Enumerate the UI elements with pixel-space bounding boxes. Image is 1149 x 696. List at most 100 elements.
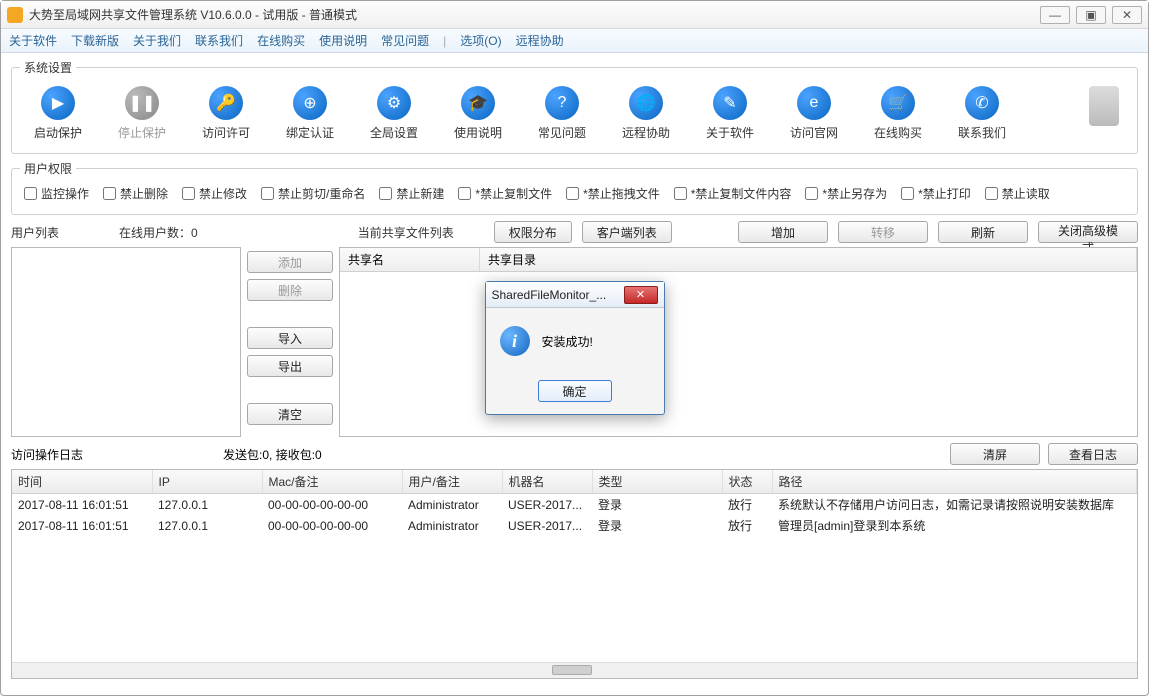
dialog-close-button[interactable]: ✕ [624, 286, 658, 304]
menu-options[interactable]: 选项(O) [460, 32, 501, 49]
menu-item[interactable]: 关于我们 [133, 32, 181, 49]
table-cell: 系统默认不存储用户访问日志，如需记录请按照说明安装数据库 [772, 494, 1137, 516]
perm-checkbox[interactable]: 禁止剪切/重命名 [261, 185, 365, 202]
perm-checkbox[interactable]: *禁止复制文件 [458, 185, 552, 202]
menubar: 关于软件 下载新版 关于我们 联系我们 在线购买 使用说明 常见问题 | 选项(… [1, 29, 1148, 53]
perm-checkbox[interactable]: 禁止删除 [103, 185, 168, 202]
dialog-titlebar[interactable]: SharedFileMonitor_... ✕ [486, 282, 664, 308]
checkbox[interactable] [182, 187, 195, 200]
tool-远程协助[interactable]: 🌐远程协助 [618, 86, 674, 141]
checkbox[interactable] [805, 187, 818, 200]
checkbox[interactable] [24, 187, 37, 200]
menu-item[interactable]: 使用说明 [319, 32, 367, 49]
log-col-header[interactable]: 路径 [772, 470, 1137, 494]
tool-icon: 🌐 [629, 86, 663, 120]
checkbox[interactable] [458, 187, 471, 200]
checkbox[interactable] [985, 187, 998, 200]
tool-启动保护[interactable]: ▶启动保护 [30, 86, 86, 141]
checkbox[interactable] [261, 187, 274, 200]
checkbox[interactable] [103, 187, 116, 200]
tool-icon: ⚙ [377, 86, 411, 120]
perm-checkbox[interactable]: 监控操作 [24, 185, 89, 202]
tool-绑定认证[interactable]: ⊕绑定认证 [282, 86, 338, 141]
user-add-button[interactable]: 添加 [247, 251, 333, 273]
view-log-button[interactable]: 查看日志 [1048, 443, 1138, 465]
menu-separator: | [443, 34, 446, 48]
log-col-header[interactable]: 状态 [722, 470, 772, 494]
scrollbar-thumb[interactable] [552, 665, 592, 675]
transfer-button[interactable]: 转移 [838, 221, 928, 243]
user-export-button[interactable]: 导出 [247, 355, 333, 377]
horizontal-scrollbar[interactable] [12, 662, 1137, 678]
log-col-header[interactable]: 时间 [12, 470, 152, 494]
table-row[interactable]: 2017-08-11 16:01:51127.0.0.100-00-00-00-… [12, 494, 1137, 516]
tool-label: 关于软件 [706, 124, 754, 141]
perm-checkbox[interactable]: *禁止拖拽文件 [566, 185, 660, 202]
client-list-button[interactable]: 客户端列表 [582, 221, 672, 243]
user-delete-button[interactable]: 删除 [247, 279, 333, 301]
share-col-name[interactable]: 共享名 [340, 248, 480, 271]
tool-常见问题[interactable]: ?常见问题 [534, 86, 590, 141]
share-col-dir[interactable]: 共享目录 [480, 248, 1137, 271]
perm-checkbox[interactable]: 禁止新建 [379, 185, 444, 202]
menu-remote[interactable]: 远程协助 [516, 32, 564, 49]
dialog-title: SharedFileMonitor_... [492, 288, 624, 302]
log-title: 访问操作日志 [11, 446, 83, 463]
user-clear-button[interactable]: 清空 [247, 403, 333, 425]
log-col-header[interactable]: 机器名 [502, 470, 592, 494]
menu-item[interactable]: 关于软件 [9, 32, 57, 49]
sharelist-label: 当前共享文件列表 [358, 224, 454, 241]
checkbox[interactable] [674, 187, 687, 200]
table-cell: 登录 [592, 494, 722, 516]
dialog-ok-button[interactable]: 确定 [538, 380, 612, 402]
log-table: 时间IPMac/备注用户/备注机器名类型状态路径 2017-08-11 16:0… [12, 470, 1137, 536]
menu-item[interactable]: 下载新版 [71, 32, 119, 49]
clear-screen-button[interactable]: 清屏 [950, 443, 1040, 465]
tool-联系我们[interactable]: ✆联系我们 [954, 86, 1010, 141]
maximize-button[interactable]: ▣ [1076, 6, 1106, 24]
checkbox[interactable] [566, 187, 579, 200]
log-col-header[interactable]: IP [152, 470, 262, 494]
checkbox[interactable] [901, 187, 914, 200]
table-cell: USER-2017... [502, 494, 592, 516]
table-row[interactable]: 2017-08-11 16:01:51127.0.0.100-00-00-00-… [12, 515, 1137, 536]
perm-dist-button[interactable]: 权限分布 [494, 221, 572, 243]
log-col-header[interactable]: 类型 [592, 470, 722, 494]
user-import-button[interactable]: 导入 [247, 327, 333, 349]
perm-checkbox[interactable]: *禁止打印 [901, 185, 971, 202]
userlist-buttons: 添加 删除 导入 导出 清空 [247, 247, 333, 437]
refresh-button[interactable]: 刷新 [938, 221, 1028, 243]
tool-访问许可[interactable]: 🔑访问许可 [198, 86, 254, 141]
menu-item[interactable]: 联系我们 [195, 32, 243, 49]
log-col-header[interactable]: Mac/备注 [262, 470, 402, 494]
tool-icon: ✎ [713, 86, 747, 120]
tool-关于软件[interactable]: ✎ 关于软件 [702, 86, 758, 141]
share-list-box[interactable]: 共享名 共享目录 [339, 247, 1138, 437]
perm-checkbox[interactable]: *禁止另存为 [805, 185, 887, 202]
log-col-header[interactable]: 用户/备注 [402, 470, 502, 494]
tool-使用说明[interactable]: 🎓使用说明 [450, 86, 506, 141]
userlist-box[interactable] [11, 247, 241, 437]
perm-checkbox[interactable]: 禁止读取 [985, 185, 1050, 202]
minimize-button[interactable]: — [1040, 6, 1070, 24]
share-list-header: 共享名 共享目录 [340, 248, 1137, 272]
table-cell: 管理员[admin]登录到本系统 [772, 515, 1137, 536]
tool-在线购买[interactable]: 🛒在线购买 [870, 86, 926, 141]
tool-全局设置[interactable]: ⚙全局设置 [366, 86, 422, 141]
tool-访问官网[interactable]: e访问官网 [786, 86, 842, 141]
menu-item[interactable]: 常见问题 [381, 32, 429, 49]
checkbox[interactable] [379, 187, 392, 200]
perm-checkbox[interactable]: 禁止修改 [182, 185, 247, 202]
table-cell: USER-2017... [502, 515, 592, 536]
table-cell: 00-00-00-00-00-00 [262, 515, 402, 536]
close-button[interactable]: ✕ [1112, 6, 1142, 24]
menu-item[interactable]: 在线购买 [257, 32, 305, 49]
tool-icon: e [797, 86, 831, 120]
titlebar: 大势至局域网共享文件管理系统 V10.6.0.0 - 试用版 - 普通模式 — … [1, 1, 1148, 29]
perm-checkbox[interactable]: *禁止复制文件内容 [674, 185, 792, 202]
log-grid[interactable]: 时间IPMac/备注用户/备注机器名类型状态路径 2017-08-11 16:0… [11, 469, 1138, 679]
install-success-dialog: SharedFileMonitor_... ✕ i 安装成功! 确定 [485, 281, 665, 415]
add-share-button[interactable]: 增加 [738, 221, 828, 243]
packet-stats: 发送包:0, 接收包:0 [223, 446, 322, 463]
close-advanced-button[interactable]: 关闭高级模式 [1038, 221, 1138, 243]
